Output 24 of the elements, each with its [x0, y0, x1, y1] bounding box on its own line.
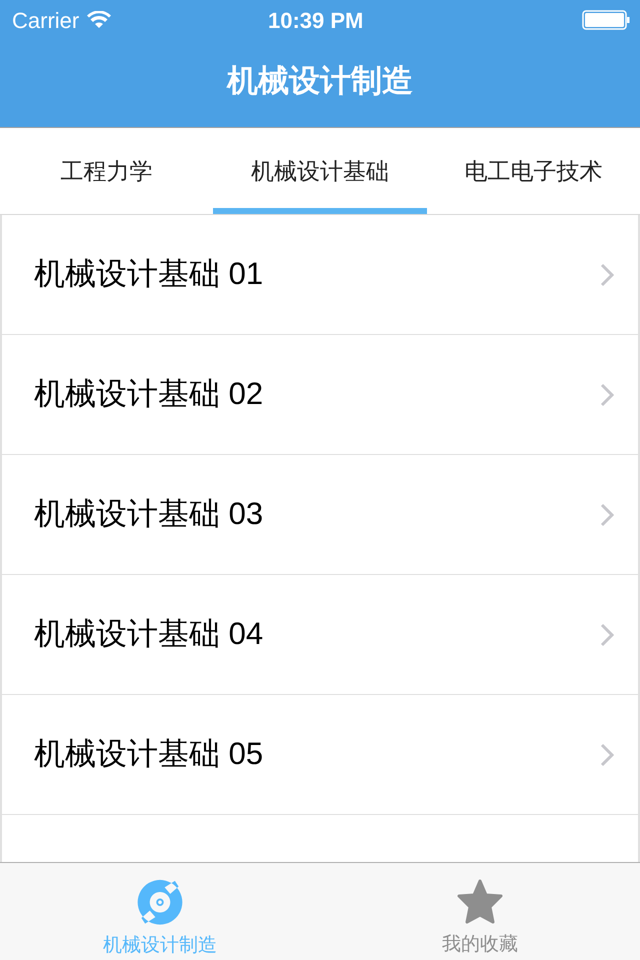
category-tab[interactable]: 机械设计基础	[213, 128, 427, 214]
clock-text: 10:39 PM	[268, 6, 364, 34]
list-row[interactable]: 机械设计基础 02	[2, 335, 638, 455]
chevron-icon	[600, 502, 614, 526]
list-row[interactable]: 机械设计基础 04	[2, 575, 638, 695]
row-title: 机械设计基础 02	[34, 375, 264, 414]
star-icon	[456, 879, 504, 925]
row-title: 机械设计基础 05	[34, 735, 264, 774]
category-tab[interactable]: 电工电子技术	[426, 128, 640, 214]
chevron-icon	[600, 262, 614, 286]
row-title: 机械设计基础 03	[34, 495, 264, 534]
battery-icon	[582, 10, 630, 30]
list-row[interactable]: 机械设计基础 03	[2, 455, 638, 575]
chevron-icon	[600, 382, 614, 406]
list-row[interactable]: 机械设计基础 05	[2, 695, 638, 815]
nav-title: 机械设计制造	[227, 62, 413, 100]
category-tab[interactable]: 工程力学	[0, 128, 214, 214]
row-title: 机械设计基础 01	[34, 255, 264, 294]
chevron-icon	[600, 742, 614, 766]
wifi-icon	[87, 11, 112, 29]
carrier-text: Carrier	[12, 6, 80, 34]
chevron-icon	[600, 622, 614, 646]
row-title: 机械设计基础 04	[34, 615, 264, 654]
list-row[interactable]: 机械设计基础 01	[2, 215, 638, 335]
